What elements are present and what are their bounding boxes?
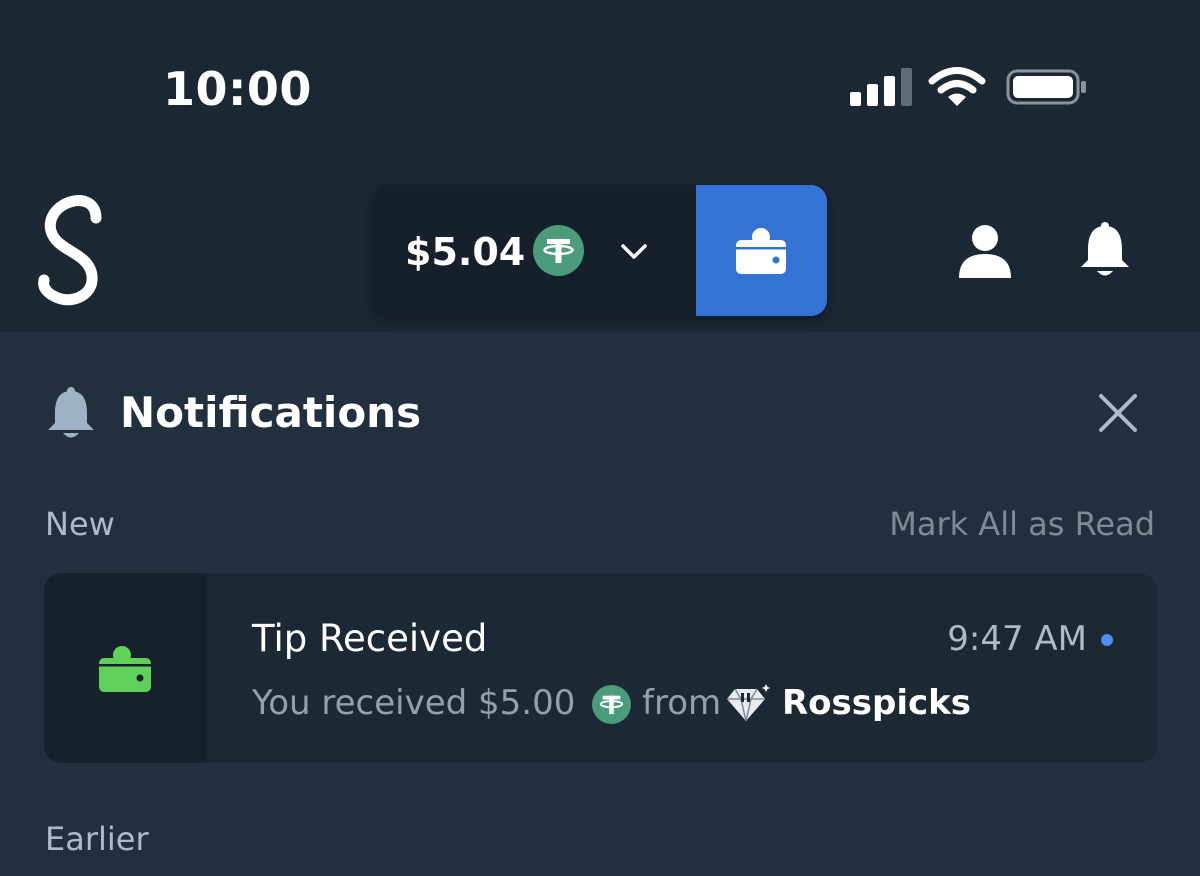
top-bar: 10:00 $5.04 bbox=[0, 0, 1200, 332]
balance-dropdown[interactable]: $5.04 bbox=[373, 185, 696, 316]
section-new-heading: New bbox=[45, 505, 115, 543]
bell-icon[interactable] bbox=[1077, 220, 1133, 280]
balance-widget: $5.04 bbox=[373, 185, 827, 316]
stake-logo-icon[interactable] bbox=[30, 190, 110, 310]
tether-icon bbox=[533, 225, 584, 276]
notifications-title: Notifications bbox=[120, 388, 422, 437]
mark-all-read-link[interactable]: Mark All as Read bbox=[889, 505, 1155, 543]
wifi-icon bbox=[928, 67, 986, 106]
notification-username[interactable]: Rosspicks bbox=[782, 683, 971, 723]
status-time: 10:00 bbox=[163, 62, 312, 116]
chevron-down-icon bbox=[621, 244, 647, 259]
user-icon[interactable] bbox=[955, 222, 1015, 280]
wallet-icon bbox=[736, 228, 786, 274]
diamond-vip-icon bbox=[727, 684, 771, 722]
notification-title: Tip Received bbox=[252, 617, 488, 660]
close-icon[interactable] bbox=[1094, 389, 1142, 437]
unread-dot bbox=[1101, 634, 1113, 646]
notification-message: You received $5.00 bbox=[252, 683, 576, 723]
notification-from-label: from bbox=[642, 683, 722, 723]
wallet-icon bbox=[99, 646, 151, 692]
battery-icon bbox=[1006, 69, 1086, 105]
notification-item[interactable]: Tip Received 9:47 AM You received $5.00 … bbox=[44, 573, 1157, 763]
notification-icon-panel bbox=[44, 573, 207, 763]
balance-amount: $5.04 bbox=[405, 230, 526, 274]
signal-icon bbox=[850, 66, 914, 106]
wallet-button[interactable] bbox=[696, 185, 827, 316]
section-earlier-heading: Earlier bbox=[45, 820, 149, 858]
notification-time: 9:47 AM bbox=[947, 619, 1087, 659]
notifications-bell-icon bbox=[48, 387, 94, 438]
tether-icon bbox=[592, 685, 631, 724]
